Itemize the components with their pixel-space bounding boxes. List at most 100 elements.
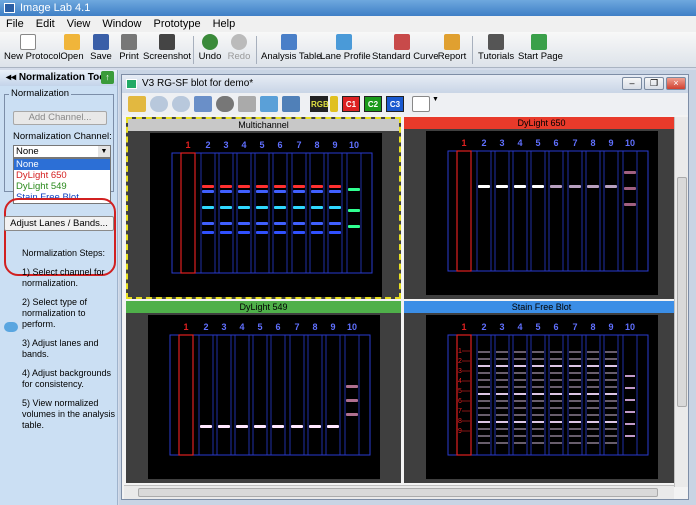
band bbox=[532, 365, 544, 367]
band bbox=[311, 206, 323, 209]
band bbox=[327, 425, 339, 428]
band bbox=[587, 365, 599, 367]
curve-icon bbox=[394, 34, 410, 50]
lane-outline bbox=[327, 152, 343, 274]
lane-number: 8 bbox=[314, 140, 319, 150]
step-5: 5) View normalized volumes in the analys… bbox=[22, 398, 116, 430]
band bbox=[532, 407, 544, 409]
menu-file[interactable]: File bbox=[0, 18, 30, 30]
menu-view[interactable]: View bbox=[61, 18, 97, 30]
tutorials-button[interactable]: Tutorials bbox=[478, 34, 514, 66]
band bbox=[329, 190, 341, 193]
normalization-channel-dropdown[interactable]: None ▼ bbox=[13, 145, 111, 158]
zoom-out-icon[interactable] bbox=[172, 96, 190, 112]
option-stain-free-blot[interactable]: Stain Free Blot bbox=[14, 192, 110, 203]
report-button[interactable]: Report bbox=[437, 34, 467, 66]
band bbox=[587, 407, 599, 409]
band bbox=[550, 414, 562, 416]
image-info-icon[interactable] bbox=[282, 96, 300, 112]
band bbox=[311, 231, 323, 234]
image-transform-icon[interactable] bbox=[128, 96, 146, 112]
adjust-lanes-bands-button[interactable]: Adjust Lanes / Bands... bbox=[4, 216, 114, 231]
panel-title: Multichannel bbox=[128, 119, 399, 131]
lane-outline bbox=[325, 334, 341, 456]
lanes-icon[interactable] bbox=[238, 96, 256, 112]
lane-profile-button[interactable]: Lane Profile bbox=[320, 34, 371, 66]
normalization-group: Normalization Add Channel... Normalizati… bbox=[4, 88, 114, 204]
menu-window[interactable]: Window bbox=[96, 18, 147, 30]
c3-channel-button[interactable]: C3 bbox=[386, 96, 404, 112]
close-button[interactable]: × bbox=[666, 77, 686, 90]
step-2: 2) Select type of normalization to perfo… bbox=[22, 297, 88, 329]
redo-button[interactable]: Redo bbox=[226, 34, 252, 66]
band bbox=[587, 185, 599, 188]
option-dylight-549[interactable]: DyLight 549 bbox=[14, 181, 110, 192]
band-number: 8 bbox=[458, 418, 462, 425]
panel-dylight-650[interactable]: DyLight 650 1 2 3 4 5 6 7 8 9 10 bbox=[404, 117, 679, 299]
fit-to-window-icon[interactable] bbox=[194, 96, 212, 112]
band bbox=[514, 407, 526, 409]
lane-outline bbox=[603, 150, 619, 272]
band bbox=[478, 428, 490, 430]
band bbox=[220, 222, 232, 225]
scroll-thumb[interactable] bbox=[677, 177, 687, 407]
start-page-button[interactable]: Start Page bbox=[518, 34, 563, 66]
lane-number: 3 bbox=[499, 138, 504, 148]
add-channel-button[interactable]: Add Channel... bbox=[13, 111, 107, 125]
menu-help[interactable]: Help bbox=[207, 18, 242, 30]
menu-edit[interactable]: Edit bbox=[30, 18, 61, 30]
collapse-icon[interactable]: ◂◂ bbox=[6, 72, 19, 83]
print-button[interactable]: Print bbox=[116, 34, 142, 66]
undo-button[interactable]: Undo bbox=[197, 34, 223, 66]
band bbox=[587, 442, 599, 444]
c2-channel-button[interactable]: C2 bbox=[364, 96, 382, 112]
title-bar: Image Lab 4.1 bbox=[0, 0, 696, 16]
band bbox=[218, 425, 230, 428]
band bbox=[514, 351, 526, 353]
menu-prototype[interactable]: Prototype bbox=[147, 18, 206, 30]
restore-button[interactable]: ❐ bbox=[644, 77, 664, 90]
standard-curve-button[interactable]: Standard Curve bbox=[372, 34, 439, 66]
3d-view-icon[interactable] bbox=[260, 96, 278, 112]
c1-channel-button[interactable]: C1 bbox=[342, 96, 360, 112]
band bbox=[202, 206, 214, 209]
panel-dylight-549[interactable]: DyLight 549 1 2 3 4 5 6 7 8 9 10 bbox=[126, 301, 401, 483]
band bbox=[346, 399, 358, 402]
rgb-channel-button[interactable]: RGB bbox=[310, 96, 329, 112]
layout-grid-icon[interactable] bbox=[412, 96, 430, 112]
band bbox=[238, 185, 250, 188]
lane-number: 7 bbox=[572, 322, 577, 332]
vertical-scrollbar[interactable] bbox=[674, 117, 688, 487]
scroll-thumb[interactable] bbox=[138, 488, 658, 497]
panel-multichannel[interactable]: Multichannel 1 2 3 4 5 6 7 8 9 10 bbox=[126, 117, 401, 299]
band bbox=[532, 435, 544, 437]
band bbox=[220, 231, 232, 234]
horizontal-scrollbar[interactable] bbox=[124, 485, 674, 499]
new-protocol-button[interactable]: New Protocol bbox=[4, 34, 61, 66]
band bbox=[496, 407, 508, 409]
save-button[interactable]: Save bbox=[88, 34, 114, 66]
refresh-icon[interactable]: ↑ bbox=[101, 71, 114, 84]
brightness-icon[interactable] bbox=[216, 96, 234, 112]
dropdown-icon[interactable] bbox=[330, 96, 338, 112]
option-dylight-650[interactable]: DyLight 650 bbox=[14, 170, 110, 181]
band bbox=[514, 428, 526, 430]
screenshot-button[interactable]: Screenshot bbox=[143, 34, 191, 66]
analysis-table-button[interactable]: Analysis Table bbox=[261, 34, 322, 66]
option-none[interactable]: None bbox=[14, 159, 110, 170]
band bbox=[478, 442, 490, 444]
open-button[interactable]: Open bbox=[58, 34, 86, 66]
lane-number: 9 bbox=[330, 322, 335, 332]
blot-stain-free: 1 2 3 4 5 6 7 8 9 10 1 2 3 4 5 6 7 8 9 bbox=[447, 322, 649, 456]
chevron-down-icon[interactable]: ▼ bbox=[98, 146, 110, 157]
chevron-down-icon[interactable]: ▼ bbox=[432, 96, 440, 112]
band bbox=[569, 421, 581, 423]
band bbox=[532, 428, 544, 430]
zoom-in-icon[interactable] bbox=[150, 96, 168, 112]
band bbox=[346, 385, 358, 388]
band bbox=[550, 358, 562, 360]
minimize-button[interactable]: – bbox=[622, 77, 642, 90]
panel-stain-free-blot[interactable]: Stain Free Blot 1 2 3 4 5 6 7 8 9 10 1 2 3 4 5 6 7 8 9 bbox=[404, 301, 679, 483]
report-icon bbox=[444, 34, 460, 50]
band bbox=[569, 414, 581, 416]
